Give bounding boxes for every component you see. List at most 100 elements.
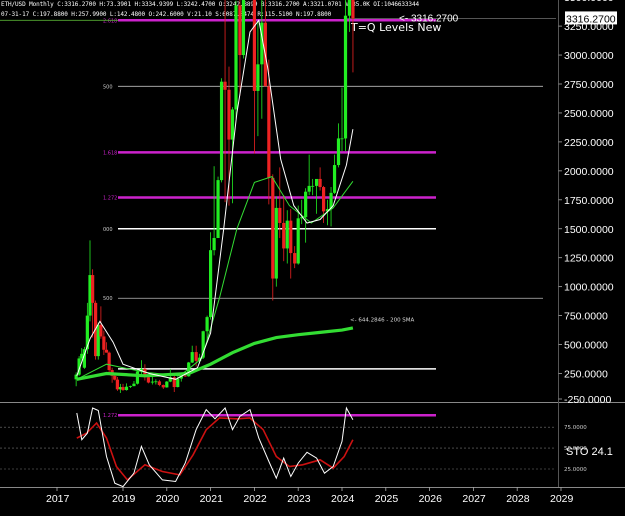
candle-body	[282, 222, 286, 249]
candle-body	[336, 138, 341, 166]
candle-body	[322, 187, 326, 212]
candle-body	[351, 0, 355, 19]
year-label: 2026	[419, 493, 443, 505]
candle-body	[165, 381, 169, 388]
year-label: 2019	[112, 493, 136, 505]
candle-body	[267, 86, 271, 178]
candle-body	[311, 185, 315, 187]
candle-body	[91, 275, 95, 303]
candle-body	[234, 5, 238, 110]
candle-body	[219, 81, 224, 181]
sto-slow-line	[76, 417, 354, 482]
price-tick-label: 2500.0000	[564, 108, 614, 120]
candle-body	[271, 177, 275, 279]
price-tick-label: 750.0000	[564, 311, 608, 323]
candle-body	[194, 352, 198, 361]
candle-body	[216, 180, 220, 239]
level-label: 2.618	[103, 18, 117, 24]
last-price-box-label: 3316.2700	[566, 13, 616, 25]
year-label: 2024	[331, 493, 355, 505]
candle-body	[121, 387, 125, 391]
candle-body	[146, 377, 151, 383]
sto-tick-label: 75.0000	[564, 425, 587, 431]
candle-body	[230, 109, 235, 140]
level-label: 1.618	[103, 150, 117, 156]
level-label: 000	[103, 227, 113, 233]
candle-body	[274, 207, 278, 279]
stochastic-panel: 75.000050.000025.0000STO 24.1	[0, 406, 613, 488]
level-label: 1.272	[103, 195, 117, 201]
year-label: 2025	[375, 493, 399, 505]
candle-body	[343, 15, 348, 139]
candle-body	[227, 89, 231, 140]
level-label: 1.272	[103, 413, 117, 419]
level-label: 500	[103, 84, 113, 90]
candle-body	[256, 64, 260, 91]
candle-body	[212, 238, 216, 251]
candle-body	[176, 378, 180, 388]
year-label: 2029	[550, 493, 574, 505]
price-tick-label: 1500.0000	[564, 224, 614, 236]
candle-body	[347, 0, 352, 16]
candle-body	[128, 386, 133, 387]
candle-body	[314, 178, 319, 186]
candle-body	[223, 81, 227, 90]
candle-body	[209, 250, 213, 318]
candle-body	[296, 218, 300, 264]
price-tick-label: 1750.0000	[564, 195, 614, 207]
candle-body	[102, 336, 106, 350]
candle-body	[238, 5, 242, 56]
candle-body	[183, 375, 187, 377]
sto-fast-line	[76, 406, 354, 488]
candle-body	[124, 386, 129, 391]
candle-body	[135, 371, 140, 384]
candle-body	[107, 352, 111, 371]
ma-green-line	[76, 175, 354, 380]
candle-body	[304, 191, 308, 218]
candle-body	[115, 379, 119, 390]
candle-body	[252, 0, 256, 91]
year-label: 2027	[462, 493, 486, 505]
price-tick-label: 3500.0000	[564, 0, 614, 4]
year-label: 2023	[287, 493, 311, 505]
candle-body	[289, 220, 293, 254]
candle-body	[150, 381, 154, 383]
candle-body	[318, 178, 322, 188]
sto-value-label: STO 24.1	[566, 446, 613, 458]
sto-tick-label: 25.0000	[564, 467, 587, 473]
year-label: 2028	[506, 493, 530, 505]
chart-canvas: 4.2365002.6185001.6181.2720005001.272 <-…	[0, 0, 625, 505]
candle-body	[104, 349, 109, 353]
level-label: 500	[103, 296, 113, 302]
sma-label: <- 644.2846 - 200 SMA	[350, 317, 415, 323]
candle-body	[340, 138, 344, 140]
candle-body	[307, 185, 311, 192]
year-label: 2022	[243, 493, 267, 505]
price-tick-label: 500.0000	[564, 340, 608, 352]
candle-body	[285, 220, 289, 249]
price-tick-label: 250.0000	[564, 369, 608, 381]
price-tick-label: -250.0000	[564, 394, 611, 406]
price-tick-label: 2250.0000	[564, 137, 614, 149]
price-tick-label: 2750.0000	[564, 79, 614, 91]
candle-body	[293, 253, 297, 264]
candle-body	[154, 381, 158, 383]
ma-white-line	[76, 19, 354, 380]
price-tick-label: 3000.0000	[564, 50, 614, 62]
candle-body	[278, 207, 282, 223]
year-label: 2017	[46, 493, 70, 505]
candle-body	[205, 317, 209, 332]
candle-body	[132, 383, 136, 387]
time-axis-layer: 2017 2019 2020 2021 2022 2023 2024 2025 2026 2027…	[46, 487, 574, 505]
candle-body	[99, 324, 103, 337]
year-label: 2020	[156, 493, 180, 505]
year-label: 2021	[200, 493, 224, 505]
candle-body	[161, 384, 165, 388]
last-price-label: <- 3316.2700	[399, 13, 459, 24]
candle-body	[332, 165, 337, 193]
candle-body	[241, 0, 246, 56]
candle-body	[157, 381, 161, 385]
price-tick-label: 1000.0000	[564, 282, 614, 294]
price-tick-label: 1250.0000	[564, 253, 614, 265]
candle-body	[113, 375, 117, 380]
